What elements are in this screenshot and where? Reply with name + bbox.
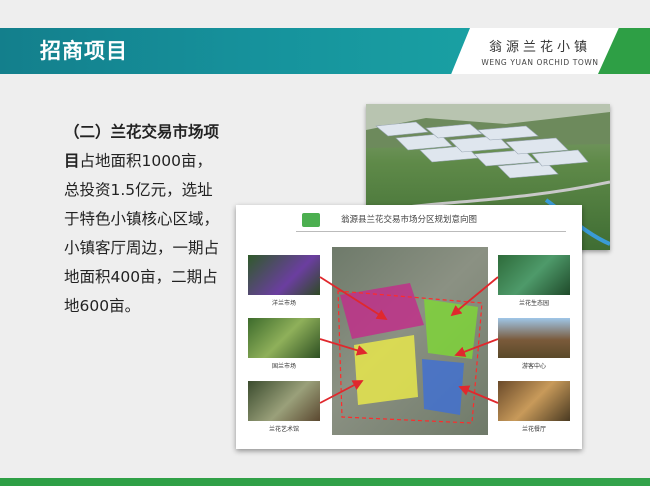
arrow bbox=[319, 338, 368, 356]
pointer-arrows bbox=[319, 276, 499, 404]
arrow bbox=[458, 385, 499, 404]
brand-name-cn: 翁源兰花小镇 bbox=[488, 40, 591, 55]
arrow bbox=[450, 276, 499, 317]
brand-name-en: WENG YUAN ORCHID TOWN bbox=[481, 58, 599, 67]
arrow bbox=[319, 380, 364, 404]
project-body: 占地面积1000亩，总投资1.5亿元，选址于特色小镇核心区域，小镇客厅周边，一期… bbox=[64, 152, 220, 315]
page-title: 招商项目 bbox=[40, 39, 128, 63]
brand-logo: 翁源兰花小镇 WENG YUAN ORCHID TOWN bbox=[480, 36, 600, 67]
arrow bbox=[454, 338, 499, 357]
project-description: （二）兰花交易市场项目占地面积1000亩，总投资1.5亿元，选址于特色小镇核心区… bbox=[64, 118, 224, 321]
zoning-plan-card: 翁源县兰花交易市场分区规划意向图 洋兰市场 国兰市场 兰花艺术馆 兰花生态园 游… bbox=[236, 205, 582, 449]
footer-stripe bbox=[0, 478, 650, 486]
arrow bbox=[319, 276, 388, 320]
